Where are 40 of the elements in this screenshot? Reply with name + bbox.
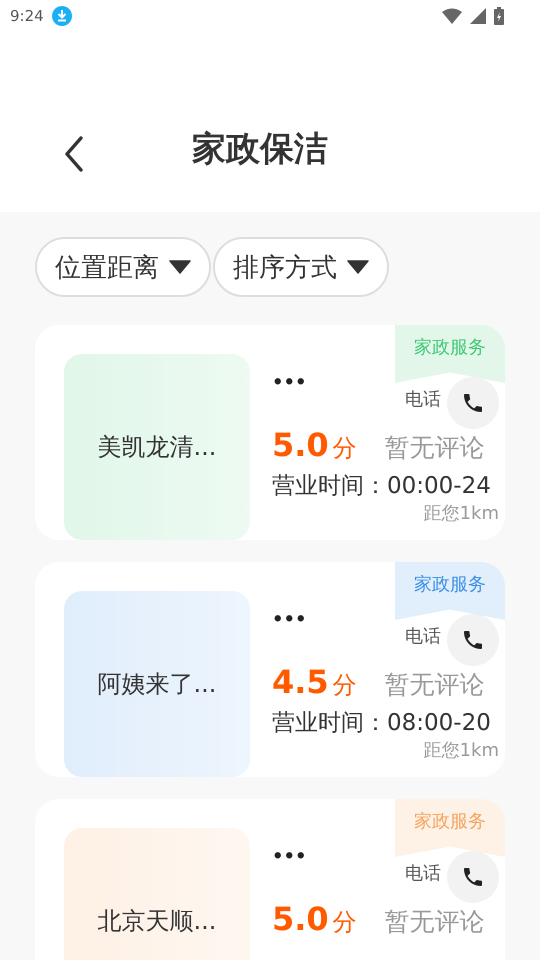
shop-name: 北京天顺...	[98, 906, 216, 937]
phone-icon	[461, 865, 485, 889]
category-tag: 家政服务	[395, 799, 505, 857]
business-hours: 营业时间：00:00-24	[272, 472, 492, 501]
shop-title: •••	[272, 609, 307, 630]
back-button[interactable]	[64, 136, 84, 172]
shop-title: •••	[272, 372, 307, 393]
category-tag: 家政服务	[395, 325, 505, 383]
distance-text: 距您1km	[422, 502, 499, 525]
caret-icon	[169, 260, 191, 274]
status-time: 9:24	[10, 7, 44, 25]
download-icon	[52, 6, 72, 26]
category-tag: 家政服务	[395, 562, 505, 620]
phone-icon	[461, 628, 485, 652]
business-hours: 营业时间：08:00-20	[272, 709, 492, 738]
phone-label: 电话	[405, 862, 441, 885]
rating-score: 4.5 分	[272, 663, 357, 701]
review-text: 暂无评论	[384, 669, 485, 701]
filter-dropdown[interactable]: 位置距离	[35, 237, 211, 297]
distance-text: 距您1km	[422, 739, 499, 762]
phone-label: 电话	[405, 388, 441, 411]
phone-icon	[461, 391, 485, 415]
shop-card[interactable]: 家政服务 北京天顺... ••• 电话 5.0 分 暂无评论	[35, 799, 505, 960]
rating-score: 5.0 分	[272, 426, 357, 464]
caret-icon	[347, 260, 369, 274]
review-text: 暂无评论	[384, 432, 485, 464]
phone-button[interactable]	[447, 377, 499, 429]
shop-title: •••	[272, 846, 307, 867]
shop-card[interactable]: 家政服务 美凯龙清... ••• 电话 5.0 分 暂无评论 营业时间：00:00-24 距您1km	[35, 325, 505, 540]
rating-score: 5.0 分	[272, 900, 357, 938]
phone-label: 电话	[405, 625, 441, 648]
shop-name: 美凯龙清...	[98, 432, 216, 463]
review-text: 暂无评论	[384, 906, 485, 938]
page-title: 家政保洁	[192, 128, 328, 171]
signal-icon	[470, 8, 486, 24]
shop-name: 阿姨来了...	[98, 669, 216, 700]
wifi-icon	[442, 8, 462, 24]
filter-dropdown[interactable]: 排序方式	[213, 237, 389, 297]
shop-card[interactable]: 家政服务 阿姨来了... ••• 电话 4.5 分 暂无评论 营业时间：08:00-20 距您1km	[35, 562, 505, 777]
battery-charging-icon	[494, 7, 504, 25]
